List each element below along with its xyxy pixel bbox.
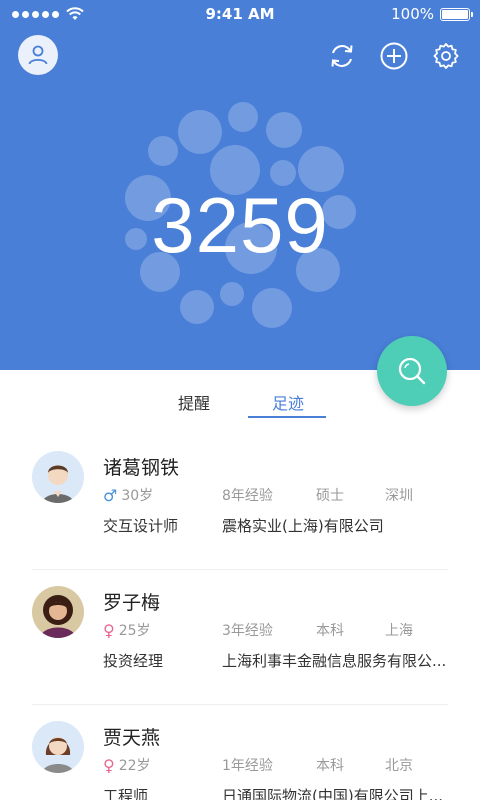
avatar [32, 586, 84, 638]
person-experience: 1年经验 [222, 758, 273, 774]
plus-circle-icon [380, 42, 408, 70]
avatar [32, 721, 84, 773]
person-education: 本科 [316, 623, 344, 639]
person-name: 贾天燕 [103, 727, 161, 749]
person-card[interactable]: 贾天燕 ♀ 22岁 1年经验 本科 北京 工程师 日通国际物流(中国)有限公司上… [0, 705, 480, 800]
person-experience: 3年经验 [222, 623, 273, 639]
person-education: 本科 [316, 758, 344, 774]
refresh-icon [331, 45, 353, 67]
bubble-avatar [148, 136, 178, 166]
profile-button[interactable] [18, 35, 58, 75]
tab-remind[interactable]: 提醒 [178, 390, 210, 414]
avatar [32, 451, 84, 503]
person-name: 罗子梅 [103, 592, 161, 614]
bubble-avatar [180, 290, 214, 324]
age-text: 22岁 [118, 758, 151, 774]
tab-track[interactable]: 足迹 [272, 390, 304, 414]
person-job: 投资经理 [103, 652, 164, 670]
person-age: ♀ 22岁 [103, 755, 151, 775]
person-card[interactable]: 罗子梅 ♀ 25岁 3年经验 本科 上海 投资经理 上海利事丰金融信息服务有限公… [0, 570, 480, 705]
user-icon [28, 45, 48, 65]
age-text: 25岁 [118, 623, 151, 639]
bubble-avatar [228, 102, 258, 132]
battery-percent: 100% [391, 5, 434, 23]
female-icon: ♀ [103, 755, 115, 775]
bubble-avatar [266, 112, 302, 148]
person-list: 诸葛钢铁 ♂ 30岁 8年经验 硕士 深圳 交互设计师 震格实业(上海)有限公司… [0, 435, 480, 800]
age-text: 30岁 [121, 488, 154, 504]
person-city: 深圳 [385, 488, 413, 504]
gear-icon [433, 43, 459, 69]
person-job: 工程师 [103, 787, 149, 800]
person-card[interactable]: 诸葛钢铁 ♂ 30岁 8年经验 硕士 深圳 交互设计师 震格实业(上海)有限公司 [0, 435, 480, 570]
person-name: 诸葛钢铁 [103, 457, 180, 479]
person-company: 日通国际物流(中国)有限公司上... [222, 787, 444, 800]
bubble-avatar [252, 288, 292, 328]
person-education: 硕士 [316, 488, 344, 504]
tab-bar: 提醒 足迹 [0, 378, 480, 422]
person-company: 上海利事丰金融信息服务有限公... [222, 652, 447, 670]
person-age: ♀ 25岁 [103, 620, 151, 640]
battery-icon [440, 7, 473, 21]
male-icon: ♂ [103, 485, 118, 505]
status-bar: 9:41 AM 100% [0, 0, 480, 28]
person-experience: 8年经验 [222, 488, 273, 504]
visitor-count: 3259 [151, 181, 329, 269]
female-icon: ♀ [103, 620, 115, 640]
settings-button[interactable] [426, 36, 466, 76]
person-age: ♂ 30岁 [103, 485, 153, 505]
person-city: 上海 [385, 623, 413, 639]
active-tab-indicator [248, 416, 326, 418]
bubble-avatar [178, 110, 222, 154]
person-city: 北京 [385, 758, 413, 774]
bubble-avatar [220, 282, 244, 306]
refresh-button[interactable] [322, 36, 362, 76]
battery-indicator: 100% [391, 5, 473, 23]
add-button[interactable] [374, 36, 414, 76]
person-job: 交互设计师 [103, 517, 179, 535]
person-company: 震格实业(上海)有限公司 [222, 517, 384, 535]
